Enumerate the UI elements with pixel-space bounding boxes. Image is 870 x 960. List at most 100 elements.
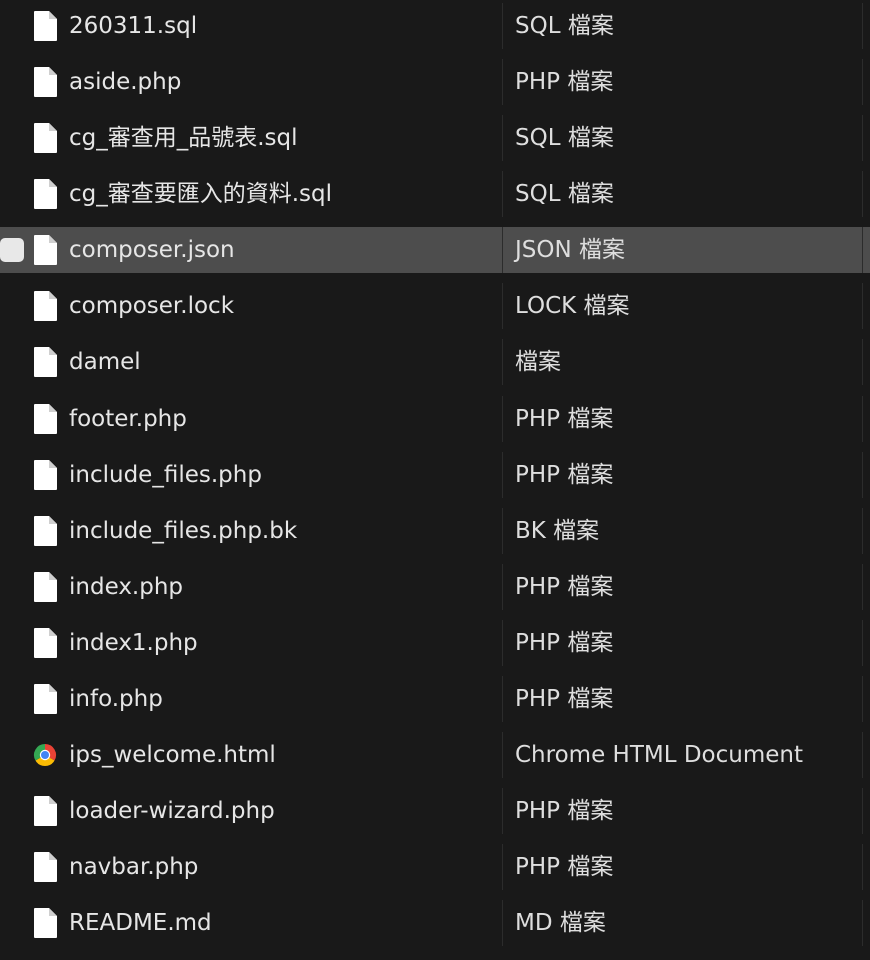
file-name: navbar.php [69,854,199,881]
file-row[interactable]: README.md MD 檔案 [0,900,870,947]
file-name: cg_審查用_品號表.sql [69,125,298,152]
column-divider [502,59,503,106]
column-divider [862,395,863,442]
column-divider [502,395,503,442]
row-checkbox[interactable] [0,238,24,263]
column-divider [862,227,863,274]
column-divider [502,675,503,722]
file-name: composer.json [69,237,235,264]
column-divider [862,788,863,835]
file-icon [32,178,58,210]
column-divider [502,283,503,330]
file-type: SQL 檔案 [515,13,614,39]
file-type: JSON 檔案 [515,237,626,264]
file-icon [32,346,58,378]
file-row[interactable]: navbar.php PHP 檔案 [0,844,870,891]
file-row[interactable]: include_files.php.bk BK 檔案 [0,507,870,554]
file-type: SQL 檔案 [515,125,614,152]
column-divider [502,339,503,386]
file-name: ips_welcome.html [69,742,276,769]
file-icon [32,571,58,603]
column-divider [502,227,503,274]
file-icon [32,683,58,715]
file-row[interactable]: loader-wizard.php PHP 檔案 [0,788,870,835]
file-row[interactable]: aside.php PHP 檔案 [0,59,870,106]
column-divider [862,59,863,106]
column-divider [862,675,863,722]
file-name: footer.php [69,405,187,432]
file-type: PHP 檔案 [515,573,614,600]
column-divider [862,900,863,947]
column-divider [502,451,503,498]
file-type: MD 檔案 [515,910,606,937]
file-type: PHP 檔案 [515,685,614,712]
column-divider [502,115,503,162]
file-row[interactable]: info.php PHP 檔案 [0,675,870,722]
file-type: PHP 檔案 [515,461,614,488]
column-divider [862,115,863,162]
file-row[interactable]: ips_welcome.html Chrome HTML Document [0,732,870,779]
file-type: PHP 檔案 [515,69,614,96]
column-divider [862,451,863,498]
column-divider [502,900,503,947]
file-type: Chrome HTML Document [515,742,803,769]
file-row[interactable]: cg_審查用_品號表.sql SQL 檔案 [0,115,870,162]
file-row[interactable]: index.php PHP 檔案 [0,563,870,610]
file-name: index1.php [69,629,198,656]
file-icon [32,459,58,491]
file-row[interactable]: index1.php PHP 檔案 [0,619,870,666]
column-divider [502,3,503,49]
file-icon [32,234,58,266]
file-name: aside.php [69,69,182,96]
file-row[interactable]: damel 檔案 [0,339,870,386]
file-row[interactable]: cg_審查要匯入的資料.sql SQL 檔案 [0,171,870,218]
file-row[interactable]: composer.lock LOCK 檔案 [0,283,870,330]
column-divider [862,3,863,49]
file-icon [32,907,58,939]
file-icon [32,403,58,435]
file-icon [32,122,58,154]
column-divider [502,563,503,610]
column-divider [502,619,503,666]
file-name: damel [69,349,141,376]
file-icon [32,515,58,547]
file-name: include_files.php.bk [69,517,298,544]
column-divider [862,732,863,779]
column-divider [502,844,503,891]
file-name: loader-wizard.php [69,798,275,825]
file-row[interactable]: footer.php PHP 檔案 [0,395,870,442]
column-divider [862,619,863,666]
file-icon [32,66,58,98]
column-divider [502,732,503,779]
file-type: SQL 檔案 [515,181,614,208]
file-name: 260311.sql [69,13,198,39]
file-row[interactable]: 260311.sql SQL 檔案 [0,3,870,49]
file-icon [32,851,58,883]
file-list: 260311.sql SQL 檔案 aside.php PHP 檔案 cg_審查… [0,0,870,960]
file-name: composer.lock [69,293,235,320]
file-type: PHP 檔案 [515,405,614,432]
file-type: BK 檔案 [515,517,600,544]
file-name: README.md [69,910,212,937]
column-divider [862,563,863,610]
column-divider [502,171,503,218]
file-icon [32,795,58,827]
file-name: info.php [69,685,163,712]
column-divider [862,171,863,218]
file-type: PHP 檔案 [515,798,614,825]
column-divider [862,507,863,554]
file-row[interactable]: composer.json JSON 檔案 [0,227,870,274]
column-divider [502,507,503,554]
file-name: include_files.php [69,461,262,488]
file-name: cg_審查要匯入的資料.sql [69,181,333,208]
file-icon [32,627,58,659]
column-divider [862,844,863,891]
file-icon [32,290,58,322]
file-type: PHP 檔案 [515,629,614,656]
file-name: index.php [69,573,184,600]
file-icon [32,10,58,42]
column-divider [862,283,863,330]
file-row[interactable]: include_files.php PHP 檔案 [0,451,870,498]
chrome-icon [32,739,58,771]
column-divider [862,339,863,386]
